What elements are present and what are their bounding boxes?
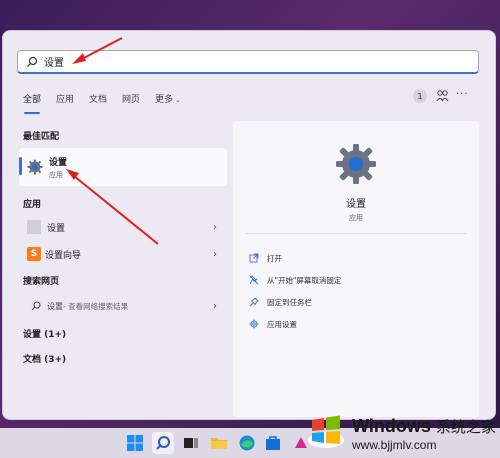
apps-heading: 应用 (23, 200, 42, 210)
best-match-subtitle: 应用 (49, 170, 63, 179)
chevron-down-icon: ⌄ (175, 96, 181, 104)
tab-documents[interactable]: 文档 (89, 92, 107, 108)
action-open[interactable]: 打开 (249, 251, 282, 265)
tab-apps[interactable]: 应用 (56, 92, 74, 108)
gear-icon (249, 319, 259, 329)
gear-icon (336, 144, 376, 184)
action-app-settings-label: 应用设置 (267, 319, 297, 329)
web-heading: 搜索网页 (23, 277, 60, 287)
ellipsis-icon[interactable]: ··· (456, 89, 469, 100)
detail-subtitle: 应用 (349, 214, 363, 222)
search-box[interactable]: 设置 (17, 50, 479, 74)
search-icon (31, 301, 41, 311)
folder-icon[interactable] (210, 434, 228, 452)
action-unpin-start[interactable]: 从"开始"屏幕取消固定 (249, 273, 341, 287)
windows-logo-icon (308, 415, 344, 448)
divider (245, 233, 467, 234)
task-view-icon[interactable] (182, 434, 200, 452)
best-match-heading: 最佳匹配 (23, 132, 60, 142)
unpin-icon (249, 275, 259, 285)
store-icon[interactable] (264, 434, 282, 452)
chevron-right-icon[interactable]: › (213, 249, 217, 260)
watermark-url: www.bjjmlv.com (352, 438, 437, 452)
app-result-label: 设置 (47, 223, 66, 234)
search-input[interactable]: 设置 (44, 54, 64, 69)
chevron-right-icon[interactable]: › (213, 222, 217, 233)
web-result-suffix: - 查看网络搜索结果 (63, 301, 129, 311)
windows-start-icon[interactable] (126, 434, 144, 452)
start-search-panel: 设置 全部 应用 文档 网页 更多 ⌄ 1 ··· 最佳匹配 设置 应用 应用 … (2, 30, 496, 420)
selection-indicator (19, 157, 22, 175)
action-app-settings[interactable]: 应用设置 (249, 317, 297, 331)
best-match-title: 设置 (49, 157, 68, 168)
open-icon (249, 253, 259, 263)
edge-icon[interactable] (238, 434, 256, 452)
documents-section-heading[interactable]: 文档 (3+) (23, 352, 66, 365)
best-match-text: 设置 应用 (49, 155, 67, 180)
watermark-brand-en: Windows (352, 416, 431, 436)
rewards-badge[interactable]: 1 (413, 89, 427, 103)
gear-icon (27, 159, 43, 175)
app-result-settings-wizard[interactable]: S 设置向导 › (19, 244, 225, 264)
web-result-query: 设置 (47, 301, 63, 311)
detail-pane: 设置 应用 打开 从"开始"屏幕取消固定 固定到任务栏 应用设置 (233, 121, 479, 417)
action-pin-taskbar-label: 固定到任务栏 (267, 297, 312, 307)
people-icon[interactable] (436, 89, 449, 102)
tab-more-label: 更多 (155, 95, 174, 105)
detail-title: 设置 (346, 199, 366, 210)
action-unpin-start-label: 从"开始"屏幕取消固定 (267, 275, 342, 285)
action-open-label: 打开 (267, 253, 282, 263)
s-app-icon: S (27, 247, 41, 261)
action-pin-taskbar[interactable]: 固定到任务栏 (249, 295, 312, 309)
tab-web[interactable]: 网页 (122, 92, 140, 108)
settings-section-heading[interactable]: 设置 (1+) (23, 327, 66, 340)
tab-more[interactable]: 更多 ⌄ (155, 92, 181, 108)
blank-app-icon (27, 220, 41, 234)
watermark-brand: Windows 系统之家 (352, 416, 496, 437)
chevron-right-icon[interactable]: › (213, 301, 217, 312)
app-result-label: 设置向导 (45, 250, 82, 261)
best-match-result[interactable]: 设置 应用 (19, 148, 227, 186)
watermark: Windows 系统之家 www.bjjmlv.com (300, 402, 500, 458)
app-result-settings[interactable]: 设置 › (19, 217, 225, 237)
watermark-brand-cn: 系统之家 (435, 419, 496, 436)
pin-icon (249, 297, 259, 307)
search-icon[interactable] (154, 434, 172, 452)
tab-all[interactable]: 全部 (23, 92, 41, 114)
web-result[interactable]: 设置 - 查看网络搜索结果 › (19, 296, 225, 316)
filter-tabs: 全部 应用 文档 网页 更多 ⌄ (23, 92, 196, 114)
search-icon (27, 56, 38, 67)
